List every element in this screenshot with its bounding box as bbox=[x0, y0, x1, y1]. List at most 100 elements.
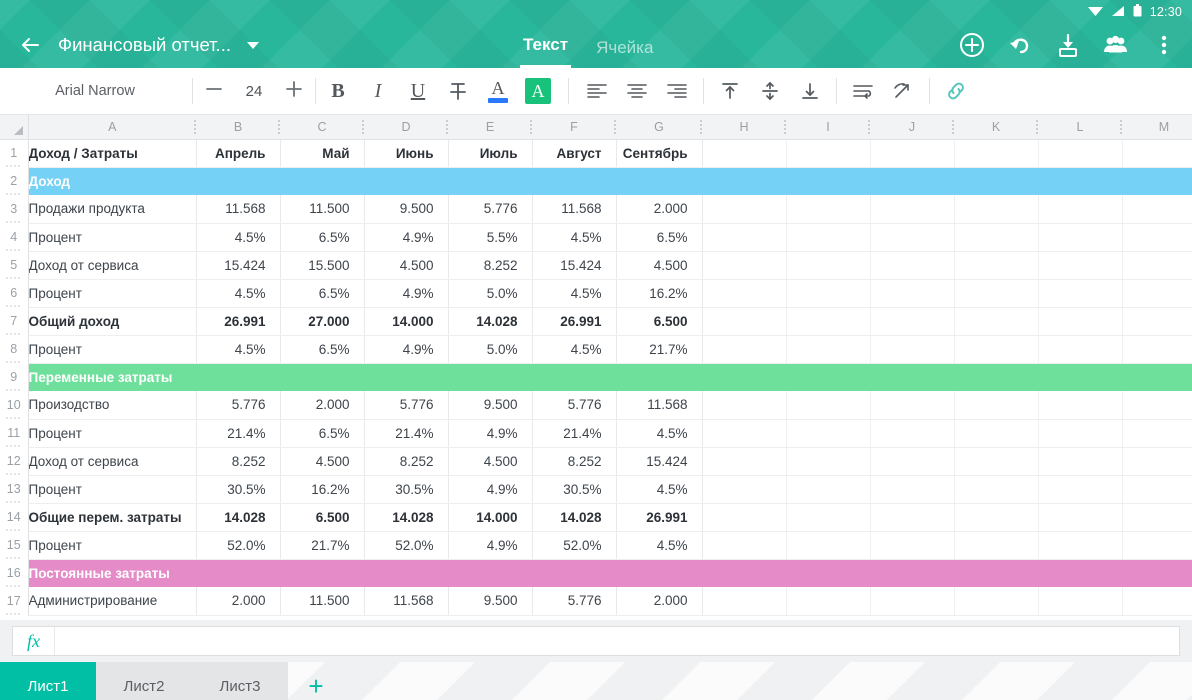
cell-A5[interactable]: Доход от сервиса bbox=[28, 251, 197, 280]
cell-B2[interactable] bbox=[196, 167, 280, 195]
column-header-m[interactable]: M bbox=[1122, 115, 1192, 140]
cell-A12[interactable]: Доход от сервиса bbox=[28, 447, 197, 476]
cell-F9[interactable] bbox=[532, 363, 616, 391]
cell-J10[interactable] bbox=[870, 391, 955, 420]
cell-D3[interactable]: 9.500 bbox=[364, 195, 449, 224]
cell-A14[interactable]: Общие перем. затраты bbox=[28, 503, 197, 532]
cell-A13[interactable]: Процент bbox=[28, 475, 197, 504]
cell-C14[interactable]: 6.500 bbox=[280, 503, 365, 532]
cell-H3[interactable] bbox=[702, 195, 787, 224]
cell-H15[interactable] bbox=[702, 531, 787, 560]
cell-H12[interactable] bbox=[702, 447, 787, 476]
cell-D16[interactable] bbox=[364, 559, 448, 587]
cell-C10[interactable]: 2.000 bbox=[280, 391, 365, 420]
cell-G2[interactable] bbox=[616, 167, 702, 195]
row-header-5[interactable]: 5 bbox=[0, 251, 29, 279]
cell-G6[interactable]: 16.2% bbox=[616, 279, 703, 308]
cell-H17[interactable] bbox=[702, 587, 787, 616]
cell-M5[interactable] bbox=[1122, 251, 1192, 280]
cell-H14[interactable] bbox=[702, 503, 787, 532]
row-header-12[interactable]: 12 bbox=[0, 447, 29, 475]
cell-M6[interactable] bbox=[1122, 279, 1192, 308]
cell-B3[interactable]: 11.568 bbox=[196, 195, 281, 224]
cell-L13[interactable] bbox=[1038, 475, 1123, 504]
row-header-17[interactable]: 17 bbox=[0, 587, 29, 615]
cell-G10[interactable]: 11.568 bbox=[616, 391, 703, 420]
column-header-c[interactable]: C bbox=[280, 115, 364, 140]
cell-G14[interactable]: 26.991 bbox=[616, 503, 703, 532]
row-header-3[interactable]: 3 bbox=[0, 195, 29, 223]
cell-K8[interactable] bbox=[954, 335, 1039, 364]
cell-A15[interactable]: Процент bbox=[28, 531, 197, 560]
cell-A1[interactable]: Доход / Затраты bbox=[28, 139, 197, 168]
select-all-corner[interactable] bbox=[0, 115, 29, 140]
column-header-h[interactable]: H bbox=[702, 115, 786, 140]
column-header-a[interactable]: A bbox=[28, 115, 196, 140]
cell-I16[interactable] bbox=[786, 559, 870, 587]
cell-C3[interactable]: 11.500 bbox=[280, 195, 365, 224]
collaborators-button[interactable] bbox=[1094, 23, 1138, 67]
cell-E16[interactable] bbox=[448, 559, 532, 587]
cell-F8[interactable]: 4.5% bbox=[532, 335, 617, 364]
cell-H8[interactable] bbox=[702, 335, 787, 364]
cell-B8[interactable]: 4.5% bbox=[196, 335, 281, 364]
column-header-l[interactable]: L bbox=[1038, 115, 1122, 140]
overflow-menu-button[interactable] bbox=[1142, 23, 1186, 67]
cell-L15[interactable] bbox=[1038, 531, 1123, 560]
cell-B6[interactable]: 4.5% bbox=[196, 279, 281, 308]
cell-C9[interactable] bbox=[280, 363, 364, 391]
cell-D9[interactable] bbox=[364, 363, 448, 391]
cell-A11[interactable]: Процент bbox=[28, 419, 197, 448]
cell-K3[interactable] bbox=[954, 195, 1039, 224]
cell-G17[interactable]: 2.000 bbox=[616, 587, 703, 616]
cell-J1[interactable] bbox=[870, 139, 955, 168]
cell-I17[interactable] bbox=[786, 587, 871, 616]
cell-E2[interactable] bbox=[448, 167, 532, 195]
cell-J5[interactable] bbox=[870, 251, 955, 280]
row-header-11[interactable]: 11 bbox=[0, 419, 29, 447]
cell-E17[interactable]: 9.500 bbox=[448, 587, 533, 616]
cell-B16[interactable] bbox=[196, 559, 280, 587]
cell-J14[interactable] bbox=[870, 503, 955, 532]
cell-I3[interactable] bbox=[786, 195, 871, 224]
cell-F16[interactable] bbox=[532, 559, 616, 587]
cell-H10[interactable] bbox=[702, 391, 787, 420]
cell-C8[interactable]: 6.5% bbox=[280, 335, 365, 364]
row-header-7[interactable]: 7 bbox=[0, 307, 29, 335]
cell-C1[interactable]: Май bbox=[280, 139, 365, 168]
formula-bar[interactable]: fx bbox=[12, 626, 1180, 656]
row-header-10[interactable]: 10 bbox=[0, 391, 29, 419]
cell-A10[interactable]: Произодство bbox=[28, 391, 197, 420]
cell-A4[interactable]: Процент bbox=[28, 223, 197, 252]
cell-M11[interactable] bbox=[1122, 419, 1192, 448]
cell-M17[interactable] bbox=[1122, 587, 1192, 616]
cell-K1[interactable] bbox=[954, 139, 1039, 168]
cell-K2[interactable] bbox=[954, 167, 1038, 195]
cell-C7[interactable]: 27.000 bbox=[280, 307, 365, 336]
font-color-button[interactable]: A bbox=[478, 71, 518, 111]
cell-D14[interactable]: 14.028 bbox=[364, 503, 449, 532]
cell-E8[interactable]: 5.0% bbox=[448, 335, 533, 364]
align-center-button[interactable] bbox=[617, 71, 657, 111]
cell-B9[interactable] bbox=[196, 363, 280, 391]
cell-F14[interactable]: 14.028 bbox=[532, 503, 617, 532]
cell-M8[interactable] bbox=[1122, 335, 1192, 364]
cell-J6[interactable] bbox=[870, 279, 955, 308]
cell-D11[interactable]: 21.4% bbox=[364, 419, 449, 448]
cell-D15[interactable]: 52.0% bbox=[364, 531, 449, 560]
cell-K10[interactable] bbox=[954, 391, 1039, 420]
cell-I15[interactable] bbox=[786, 531, 871, 560]
cell-G16[interactable] bbox=[616, 559, 702, 587]
spreadsheet-grid[interactable]: A B C D E F G H I J K L M 1 Доход / Затра… bbox=[0, 115, 1192, 620]
cell-L14[interactable] bbox=[1038, 503, 1123, 532]
undo-button[interactable] bbox=[998, 23, 1042, 67]
cell-L8[interactable] bbox=[1038, 335, 1123, 364]
cell-M3[interactable] bbox=[1122, 195, 1192, 224]
cell-E3[interactable]: 5.776 bbox=[448, 195, 533, 224]
cell-K15[interactable] bbox=[954, 531, 1039, 560]
cell-I10[interactable] bbox=[786, 391, 871, 420]
cell-I1[interactable] bbox=[786, 139, 871, 168]
add-sheet-button[interactable]: + bbox=[288, 662, 344, 700]
cell-D13[interactable]: 30.5% bbox=[364, 475, 449, 504]
cell-I6[interactable] bbox=[786, 279, 871, 308]
